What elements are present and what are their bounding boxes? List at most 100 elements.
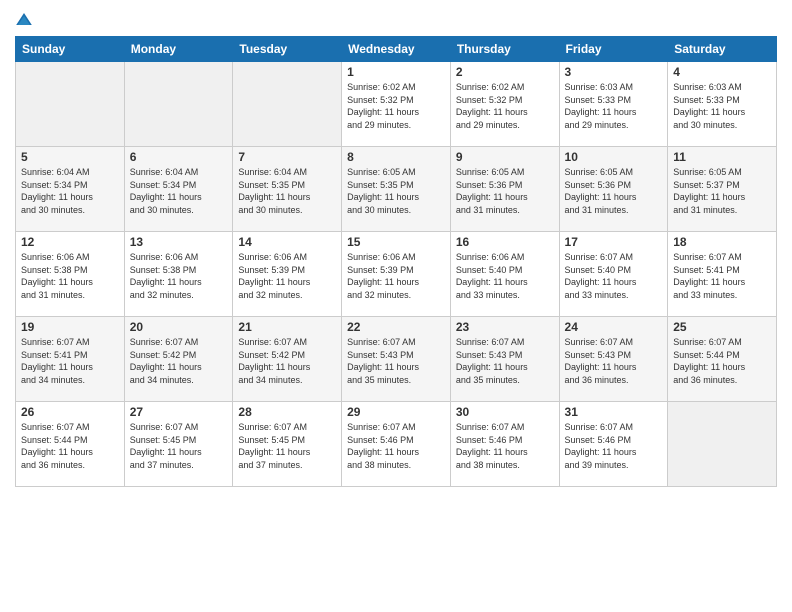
calendar-cell: 29 Sunrise: 6:07 AM Sunset: 5:46 PM Dayli… — [342, 402, 451, 487]
calendar-cell: 27 Sunrise: 6:07 AM Sunset: 5:45 PM Dayli… — [124, 402, 233, 487]
day-info: Sunrise: 6:07 AM Sunset: 5:42 PM Dayligh… — [238, 336, 336, 386]
calendar-cell: 31Sunrise: 6:07 AM Sunset: 5:46 PM Dayli… — [559, 402, 668, 487]
day-number: 25 — [673, 320, 771, 334]
weekday-header-sunday: Sunday — [16, 37, 125, 62]
calendar-cell: 24 Sunrise: 6:07 AM Sunset: 5:43 PM Dayli… — [559, 317, 668, 402]
day-info: Sunrise: 6:07 AM Sunset: 5:46 PM Dayligh… — [565, 421, 663, 471]
calendar-cell: 5 Sunrise: 6:04 AM Sunset: 5:34 PM Daylig… — [16, 147, 125, 232]
day-info: Sunrise: 6:07 AM Sunset: 5:44 PM Dayligh… — [21, 421, 119, 471]
calendar-cell: 19 Sunrise: 6:07 AM Sunset: 5:41 PM Dayli… — [16, 317, 125, 402]
week-row-1: 1 Sunrise: 6:02 AM Sunset: 5:32 PM Daylig… — [16, 62, 777, 147]
day-number: 21 — [238, 320, 336, 334]
calendar-cell: 28 Sunrise: 6:07 AM Sunset: 5:45 PM Dayli… — [233, 402, 342, 487]
calendar-cell — [233, 62, 342, 147]
calendar-cell: 30 Sunrise: 6:07 AM Sunset: 5:46 PM Dayli… — [450, 402, 559, 487]
calendar-cell: 21 Sunrise: 6:07 AM Sunset: 5:42 PM Dayli… — [233, 317, 342, 402]
calendar-cell: 13 Sunrise: 6:06 AM Sunset: 5:38 PM Dayli… — [124, 232, 233, 317]
calendar-cell: 4 Sunrise: 6:03 AM Sunset: 5:33 PM Daylig… — [668, 62, 777, 147]
day-number: 6 — [130, 150, 228, 164]
weekday-header-friday: Friday — [559, 37, 668, 62]
day-info: Sunrise: 6:07 AM Sunset: 5:44 PM Dayligh… — [673, 336, 771, 386]
day-info: Sunrise: 6:07 AM Sunset: 5:45 PM Dayligh… — [238, 421, 336, 471]
day-number: 16 — [456, 235, 554, 249]
day-number: 26 — [21, 405, 119, 419]
logo — [15, 10, 35, 28]
day-info: Sunrise: 6:07 AM Sunset: 5:45 PM Dayligh… — [130, 421, 228, 471]
calendar-cell: 25 Sunrise: 6:07 AM Sunset: 5:44 PM Dayli… — [668, 317, 777, 402]
weekday-header-thursday: Thursday — [450, 37, 559, 62]
day-info: Sunrise: 6:07 AM Sunset: 5:43 PM Dayligh… — [456, 336, 554, 386]
day-info: Sunrise: 6:04 AM Sunset: 5:35 PM Dayligh… — [238, 166, 336, 216]
weekday-header-wednesday: Wednesday — [342, 37, 451, 62]
day-info: Sunrise: 6:07 AM Sunset: 5:41 PM Dayligh… — [21, 336, 119, 386]
day-info: Sunrise: 6:07 AM Sunset: 5:41 PM Dayligh… — [673, 251, 771, 301]
calendar-cell: 11 Sunrise: 6:05 AM Sunset: 5:37 PM Dayli… — [668, 147, 777, 232]
day-info: Sunrise: 6:07 AM Sunset: 5:40 PM Dayligh… — [565, 251, 663, 301]
day-number: 27 — [130, 405, 228, 419]
day-number: 19 — [21, 320, 119, 334]
calendar-cell: 10 Sunrise: 6:05 AM Sunset: 5:36 PM Dayli… — [559, 147, 668, 232]
calendar-table: SundayMondayTuesdayWednesdayThursdayFrid… — [15, 36, 777, 487]
day-number: 2 — [456, 65, 554, 79]
header — [15, 10, 777, 28]
calendar-cell: 16 Sunrise: 6:06 AM Sunset: 5:40 PM Dayli… — [450, 232, 559, 317]
day-info: Sunrise: 6:07 AM Sunset: 5:46 PM Dayligh… — [456, 421, 554, 471]
day-number: 12 — [21, 235, 119, 249]
day-info: Sunrise: 6:06 AM Sunset: 5:39 PM Dayligh… — [347, 251, 445, 301]
day-number: 29 — [347, 405, 445, 419]
day-info: Sunrise: 6:05 AM Sunset: 5:36 PM Dayligh… — [456, 166, 554, 216]
day-number: 9 — [456, 150, 554, 164]
day-info: Sunrise: 6:07 AM Sunset: 5:42 PM Dayligh… — [130, 336, 228, 386]
day-number: 17 — [565, 235, 663, 249]
day-info: Sunrise: 6:06 AM Sunset: 5:40 PM Dayligh… — [456, 251, 554, 301]
calendar-cell: 18Sunrise: 6:07 AM Sunset: 5:41 PM Dayli… — [668, 232, 777, 317]
day-number: 1 — [347, 65, 445, 79]
day-info: Sunrise: 6:03 AM Sunset: 5:33 PM Dayligh… — [673, 81, 771, 131]
day-number: 22 — [347, 320, 445, 334]
calendar-cell: 6 Sunrise: 6:04 AM Sunset: 5:34 PM Daylig… — [124, 147, 233, 232]
day-info: Sunrise: 6:07 AM Sunset: 5:43 PM Dayligh… — [565, 336, 663, 386]
calendar-cell: 1 Sunrise: 6:02 AM Sunset: 5:32 PM Daylig… — [342, 62, 451, 147]
day-number: 14 — [238, 235, 336, 249]
calendar-cell: 22Sunrise: 6:07 AM Sunset: 5:43 PM Dayli… — [342, 317, 451, 402]
main-container: SundayMondayTuesdayWednesdayThursdayFrid… — [0, 0, 792, 492]
calendar-cell — [668, 402, 777, 487]
day-number: 4 — [673, 65, 771, 79]
day-info: Sunrise: 6:06 AM Sunset: 5:38 PM Dayligh… — [130, 251, 228, 301]
logo-icon — [15, 10, 33, 28]
calendar-cell: 9 Sunrise: 6:05 AM Sunset: 5:36 PM Daylig… — [450, 147, 559, 232]
day-number: 15 — [347, 235, 445, 249]
calendar-cell: 7 Sunrise: 6:04 AM Sunset: 5:35 PM Daylig… — [233, 147, 342, 232]
day-info: Sunrise: 6:02 AM Sunset: 5:32 PM Dayligh… — [456, 81, 554, 131]
calendar-cell: 8Sunrise: 6:05 AM Sunset: 5:35 PM Daylig… — [342, 147, 451, 232]
calendar-cell: 15 Sunrise: 6:06 AM Sunset: 5:39 PM Dayli… — [342, 232, 451, 317]
day-info: Sunrise: 6:05 AM Sunset: 5:37 PM Dayligh… — [673, 166, 771, 216]
day-number: 3 — [565, 65, 663, 79]
day-info: Sunrise: 6:04 AM Sunset: 5:34 PM Dayligh… — [21, 166, 119, 216]
weekday-header-monday: Monday — [124, 37, 233, 62]
day-number: 7 — [238, 150, 336, 164]
day-info: Sunrise: 6:02 AM Sunset: 5:32 PM Dayligh… — [347, 81, 445, 131]
day-number: 30 — [456, 405, 554, 419]
day-number: 24 — [565, 320, 663, 334]
day-info: Sunrise: 6:03 AM Sunset: 5:33 PM Dayligh… — [565, 81, 663, 131]
day-info: Sunrise: 6:05 AM Sunset: 5:36 PM Dayligh… — [565, 166, 663, 216]
calendar-cell: 17 Sunrise: 6:07 AM Sunset: 5:40 PM Dayli… — [559, 232, 668, 317]
day-number: 5 — [21, 150, 119, 164]
week-row-3: 12 Sunrise: 6:06 AM Sunset: 5:38 PM Dayli… — [16, 232, 777, 317]
day-info: Sunrise: 6:07 AM Sunset: 5:46 PM Dayligh… — [347, 421, 445, 471]
day-info: Sunrise: 6:04 AM Sunset: 5:34 PM Dayligh… — [130, 166, 228, 216]
week-row-4: 19 Sunrise: 6:07 AM Sunset: 5:41 PM Dayli… — [16, 317, 777, 402]
calendar-cell: 14Sunrise: 6:06 AM Sunset: 5:39 PM Dayli… — [233, 232, 342, 317]
day-number: 10 — [565, 150, 663, 164]
calendar-cell: 20Sunrise: 6:07 AM Sunset: 5:42 PM Dayli… — [124, 317, 233, 402]
calendar-cell: 3 Sunrise: 6:03 AM Sunset: 5:33 PM Daylig… — [559, 62, 668, 147]
day-number: 13 — [130, 235, 228, 249]
weekday-header-saturday: Saturday — [668, 37, 777, 62]
day-number: 11 — [673, 150, 771, 164]
week-row-2: 5 Sunrise: 6:04 AM Sunset: 5:34 PM Daylig… — [16, 147, 777, 232]
weekday-header-tuesday: Tuesday — [233, 37, 342, 62]
calendar-cell — [124, 62, 233, 147]
calendar-cell: 12Sunrise: 6:06 AM Sunset: 5:38 PM Dayli… — [16, 232, 125, 317]
day-number: 28 — [238, 405, 336, 419]
